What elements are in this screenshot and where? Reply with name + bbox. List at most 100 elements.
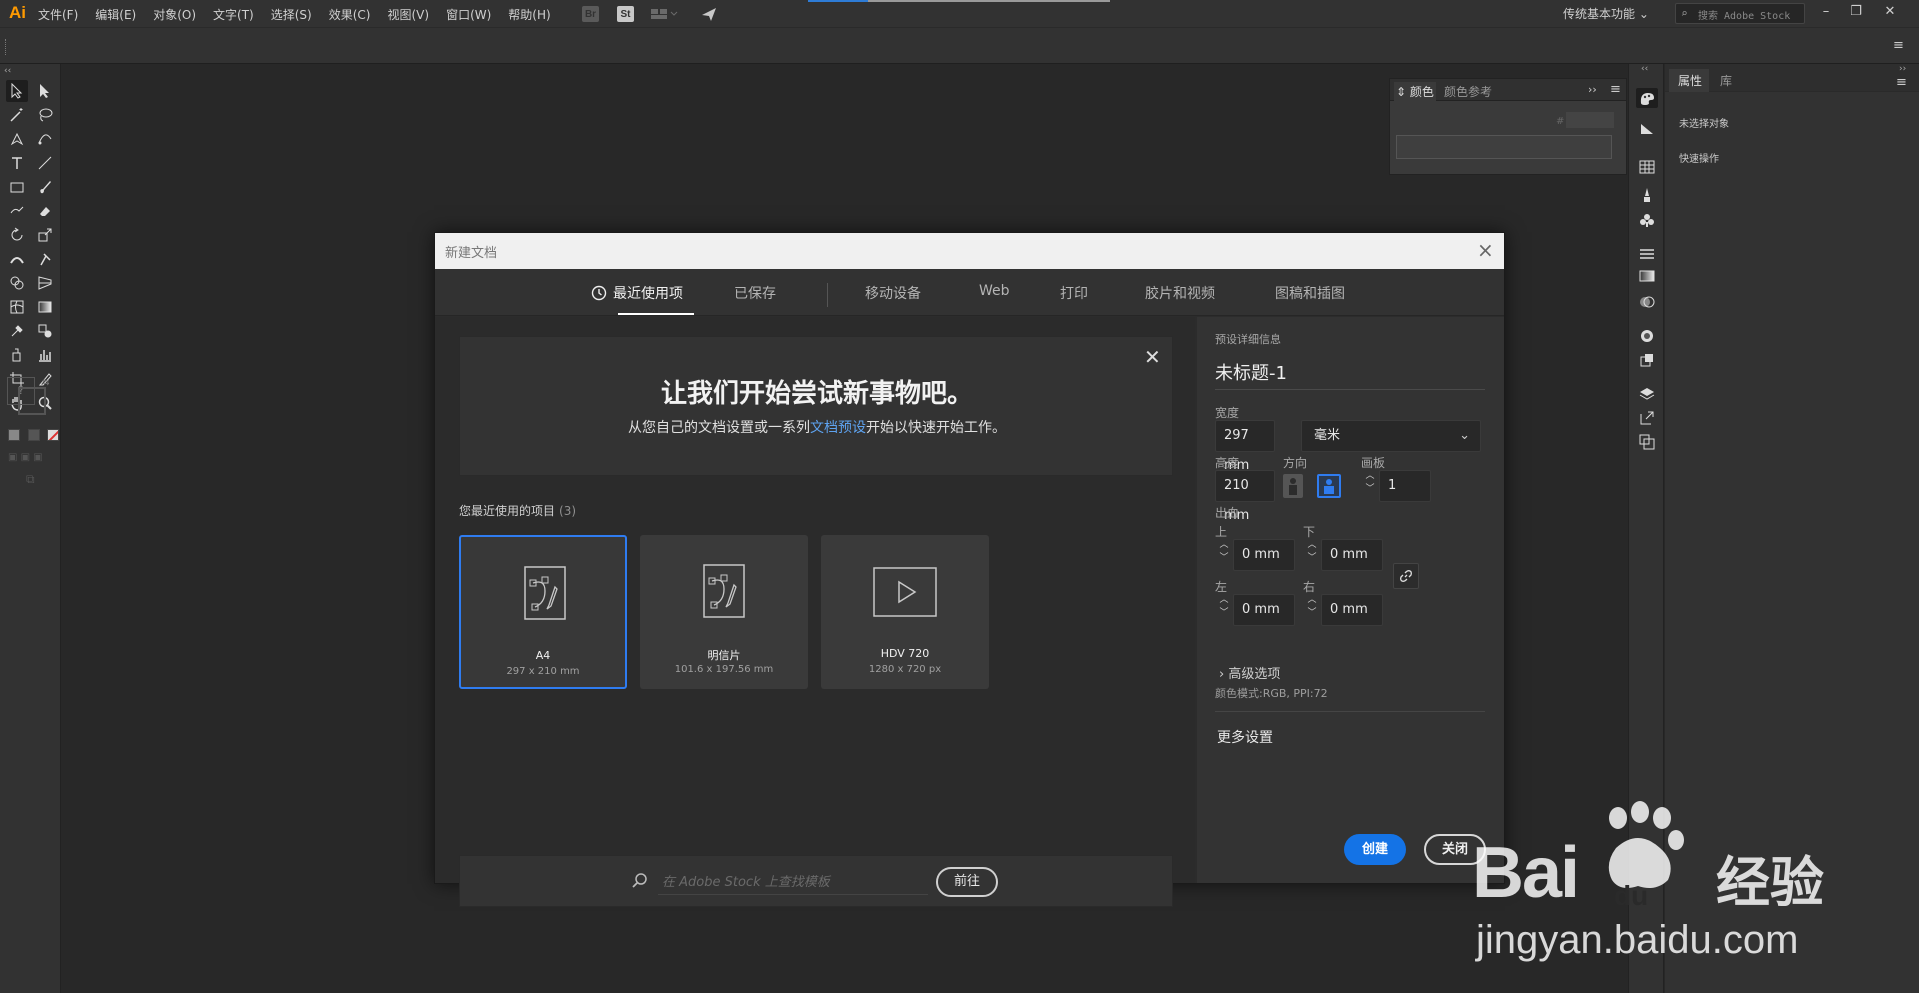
menu-select[interactable]: 选择(S) — [271, 6, 312, 23]
tab-mobile[interactable]: 移动设备 — [865, 283, 921, 303]
bleed-top-field[interactable]: 0 mm — [1233, 539, 1295, 571]
stock-icon[interactable]: St — [617, 6, 634, 22]
hex-field[interactable] — [1566, 112, 1614, 128]
menu-window[interactable]: 窗口(W) — [446, 6, 491, 23]
template-search-input[interactable] — [658, 871, 928, 893]
bleed-top-stepper-icon[interactable]: ︿ ﹀ — [1217, 539, 1231, 569]
selection-tool-icon[interactable] — [6, 80, 28, 102]
panel-menu-icon[interactable]: ≡ — [1610, 82, 1621, 97]
collapse-left-icon[interactable]: ‹‹ — [4, 66, 11, 76]
collapse-dock-icon[interactable]: ‹‹ — [1641, 64, 1648, 74]
graphic-styles-icon[interactable] — [1639, 352, 1655, 368]
tab-print[interactable]: 打印 — [1060, 283, 1088, 303]
gradient-tool-icon[interactable] — [34, 296, 56, 318]
portrait-orientation-icon[interactable] — [1283, 474, 1303, 498]
expand-panel-icon[interactable]: ›› — [1899, 64, 1906, 74]
bleed-left-stepper-icon[interactable]: ︿ ﹀ — [1217, 594, 1231, 624]
appearance-icon[interactable] — [1639, 328, 1655, 344]
restore-button[interactable]: ❐ — [1845, 2, 1867, 22]
width-tool-icon[interactable] — [6, 248, 28, 270]
symbols-icon[interactable] — [1639, 212, 1655, 228]
draw-mode-icons[interactable]: ▣ ▣ ▣ — [8, 452, 43, 463]
create-button[interactable]: 创建 — [1344, 834, 1406, 865]
transparency-icon[interactable] — [1639, 294, 1655, 310]
blend-tool-icon[interactable] — [34, 320, 56, 342]
column-graph-tool-icon[interactable] — [34, 344, 56, 366]
advanced-options-toggle[interactable]: › 高级选项 — [1219, 663, 1280, 682]
puppet-warp-tool-icon[interactable] — [34, 248, 56, 270]
menu-object[interactable]: 对象(O) — [153, 6, 196, 23]
document-presets-link[interactable]: 文档预设 — [810, 420, 866, 436]
menu-edit[interactable]: 编辑(E) — [95, 6, 136, 23]
curvature-tool-icon[interactable] — [34, 128, 56, 150]
link-bleed-icon[interactable] — [1393, 563, 1419, 589]
panel-collapse-icon[interactable]: ›› — [1588, 83, 1597, 96]
lasso-tool-icon[interactable] — [34, 104, 56, 126]
menu-view[interactable]: 视图(V) — [387, 6, 429, 23]
recent-preset-card[interactable]: 明信片 101.6 x 197.56 mm — [640, 535, 808, 689]
landscape-orientation-icon[interactable] — [1317, 474, 1341, 498]
mesh-tool-icon[interactable] — [6, 296, 28, 318]
layers-icon[interactable] — [1639, 386, 1655, 402]
bridge-icon[interactable]: Br — [582, 6, 599, 22]
recent-preset-card[interactable]: HDV 720 1280 x 720 px — [821, 535, 989, 689]
stock-search-input[interactable]: ⌕ 搜索 Adobe Stock — [1675, 3, 1805, 24]
gpu-performance-icon[interactable] — [700, 5, 718, 23]
control-bar-menu-icon[interactable]: ≡ — [1893, 38, 1904, 53]
type-tool-icon[interactable] — [6, 152, 28, 174]
brushes-icon[interactable] — [1639, 186, 1655, 204]
menu-effect[interactable]: 效果(C) — [329, 6, 371, 23]
color-spectrum[interactable] — [1396, 135, 1612, 159]
workspace-switcher[interactable]: 传统基本功能 ⌄ — [1563, 5, 1649, 22]
tab-art-illustration[interactable]: 图稿和插图 — [1275, 283, 1345, 303]
color-panel-icon[interactable] — [1636, 88, 1658, 108]
swatches-icon[interactable] — [1639, 160, 1655, 174]
pen-tool-icon[interactable] — [6, 128, 28, 150]
menu-type[interactable]: 文字(T) — [213, 6, 254, 23]
bleed-bottom-stepper-icon[interactable]: ︿ ﹀ — [1305, 539, 1319, 569]
direct-selection-tool-icon[interactable] — [34, 80, 56, 102]
dialog-close-icon[interactable]: × — [1477, 238, 1494, 262]
recent-preset-card[interactable]: A4 297 x 210 mm — [459, 535, 627, 689]
rotate-tool-icon[interactable] — [6, 224, 28, 246]
width-field[interactable]: 297 mm — [1215, 420, 1275, 473]
scale-tool-icon[interactable] — [34, 224, 56, 246]
line-segment-tool-icon[interactable] — [34, 152, 56, 174]
gradient-panel-icon[interactable] — [1639, 270, 1655, 282]
document-name-field[interactable]: 未标题-1 — [1215, 360, 1485, 390]
stroke-color-icon[interactable] — [18, 387, 46, 415]
height-field[interactable]: 210 mm — [1215, 470, 1275, 523]
screen-mode-icon[interactable]: ⧉ — [26, 472, 35, 487]
artboards-panel-icon[interactable] — [1639, 434, 1655, 450]
tab-web[interactable]: Web — [979, 283, 1010, 299]
symbol-sprayer-tool-icon[interactable] — [6, 344, 28, 366]
color-mode-icon[interactable] — [8, 429, 20, 441]
shape-builder-tool-icon[interactable] — [6, 272, 28, 294]
swap-colors-icon[interactable]: ⇆ — [42, 378, 50, 388]
asset-export-icon[interactable] — [1639, 410, 1655, 426]
more-settings-link[interactable]: 更多设置 — [1217, 727, 1273, 747]
menu-help[interactable]: 帮助(H) — [508, 6, 550, 23]
arrange-documents-icon[interactable] — [650, 7, 678, 21]
eraser-tool-icon[interactable] — [34, 200, 56, 222]
color-guide-icon[interactable] — [1639, 120, 1655, 136]
bleed-bottom-field[interactable]: 0 mm — [1321, 539, 1383, 571]
properties-menu-icon[interactable]: ≡ — [1896, 75, 1907, 90]
artboards-stepper-icon[interactable]: ︿ ﹀ — [1363, 470, 1377, 500]
control-bar-grip[interactable] — [5, 39, 8, 55]
perspective-grid-tool-icon[interactable] — [34, 272, 56, 294]
tab-libraries[interactable]: 库 — [1720, 72, 1732, 89]
menu-file[interactable]: 文件(F) — [38, 6, 78, 23]
bleed-right-stepper-icon[interactable]: ︿ ﹀ — [1305, 594, 1319, 624]
paintbrush-tool-icon[interactable] — [34, 176, 56, 198]
tab-recent[interactable]: 最近使用项 — [591, 283, 683, 303]
eyedropper-tool-icon[interactable] — [6, 320, 28, 342]
close-window-button[interactable]: ✕ — [1879, 2, 1901, 22]
units-select[interactable]: 毫米 ⌄ — [1301, 420, 1481, 452]
banner-close-icon[interactable]: ✕ — [1144, 345, 1161, 369]
magic-wand-tool-icon[interactable] — [6, 104, 28, 126]
tab-color-guide[interactable]: 颜色参考 — [1444, 83, 1492, 100]
go-button[interactable]: 前往 — [936, 867, 998, 897]
none-mode-icon[interactable] — [47, 429, 59, 441]
artboards-field[interactable]: 1 — [1379, 470, 1431, 502]
